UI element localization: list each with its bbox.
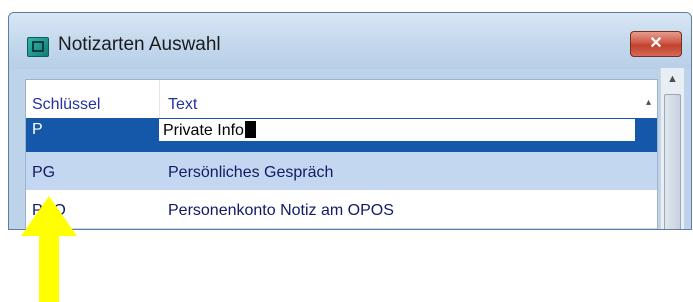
row-partial [26, 228, 657, 229]
row-key: P [32, 121, 43, 138]
table-row[interactable]: P Private Info [26, 118, 657, 152]
scroll-up-arrow-icon[interactable]: ▲ [661, 68, 684, 90]
table-row[interactable]: PKO Personenkonto Notiz am OPOS [26, 190, 657, 228]
app-icon [27, 37, 49, 57]
row-text-editor[interactable]: Private Info [159, 119, 635, 141]
row-text: Persönliches Gespräch [168, 164, 334, 181]
column-header-schluessel[interactable]: Schlüssel [32, 96, 100, 114]
vertical-scrollbar[interactable]: ▲ [660, 68, 684, 229]
text-cursor [244, 121, 256, 138]
grid-header: Schlüssel Text [26, 80, 657, 118]
column-header-text[interactable]: Text [168, 96, 197, 114]
row-text: Personenkonto Notiz am OPOS [168, 202, 394, 219]
dialog-window: Notizarten Auswahl ✕ Schlüssel Text P Pr… [8, 12, 692, 230]
row-key: PG [32, 164, 56, 181]
annotation-arrow-icon [21, 196, 77, 302]
close-icon: ✕ [649, 35, 663, 52]
close-button[interactable]: ✕ [630, 31, 682, 57]
window-title: Notizarten Auswahl [58, 34, 221, 55]
notizarten-grid[interactable]: Schlüssel Text P Private Info PG Persönl… [25, 79, 658, 229]
sort-indicator-icon: ▴ [646, 97, 652, 108]
scroll-thumb[interactable] [664, 94, 681, 229]
table-row[interactable]: PG Persönliches Gespräch [26, 152, 657, 190]
title-bar[interactable]: Notizarten Auswahl ✕ [9, 13, 691, 69]
row-text-input[interactable]: Private Info [163, 122, 244, 139]
